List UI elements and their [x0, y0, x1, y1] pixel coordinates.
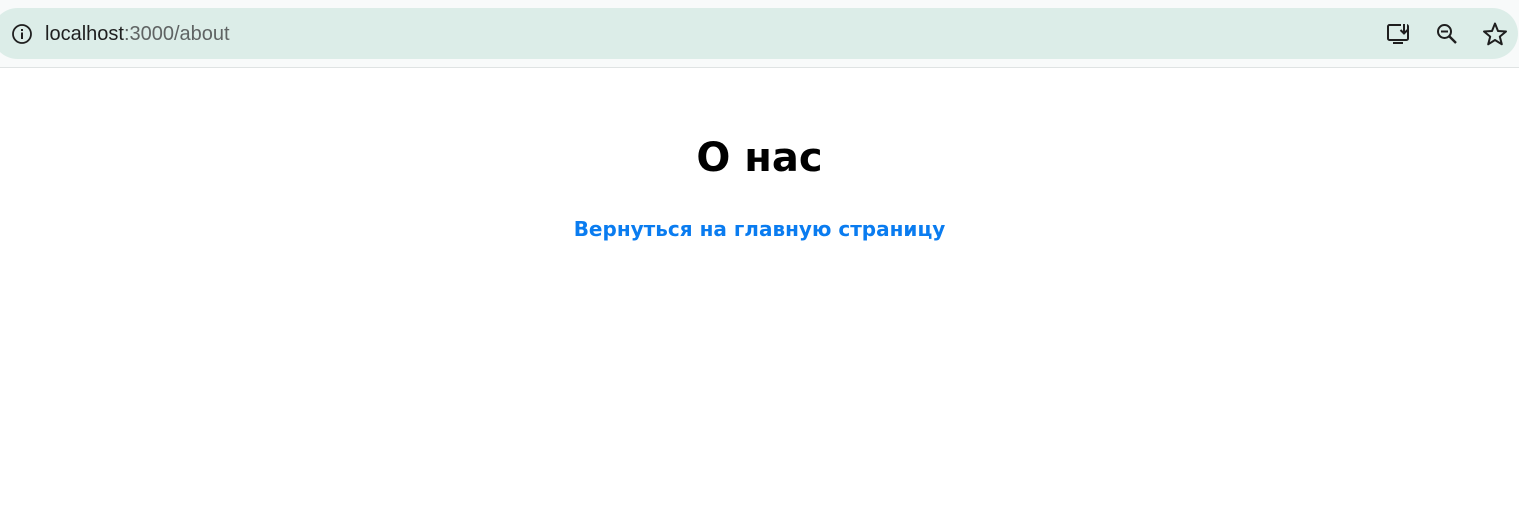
install-app-icon[interactable]: [1385, 20, 1413, 48]
url-host: localhost: [45, 23, 124, 45]
url-path: :3000/about: [123, 23, 230, 45]
back-to-home-link-label[interactable]: Вернуться на главную страницу: [574, 217, 946, 241]
page-title: О нас: [696, 135, 823, 181]
url-text[interactable]: localhost:3000/about: [45, 21, 230, 47]
address-bar[interactable]: localhost:3000/about: [0, 8, 1518, 59]
zoom-out-icon[interactable]: [1433, 20, 1461, 48]
star-icon[interactable]: [1481, 20, 1509, 48]
browser-toolbar: localhost:3000/about: [0, 0, 1519, 68]
page-content: О нас Вернуться на главную страницу: [0, 69, 1519, 515]
info-icon[interactable]: [8, 20, 36, 48]
back-to-home-link[interactable]: Вернуться на главную страницу: [0, 216, 1519, 242]
